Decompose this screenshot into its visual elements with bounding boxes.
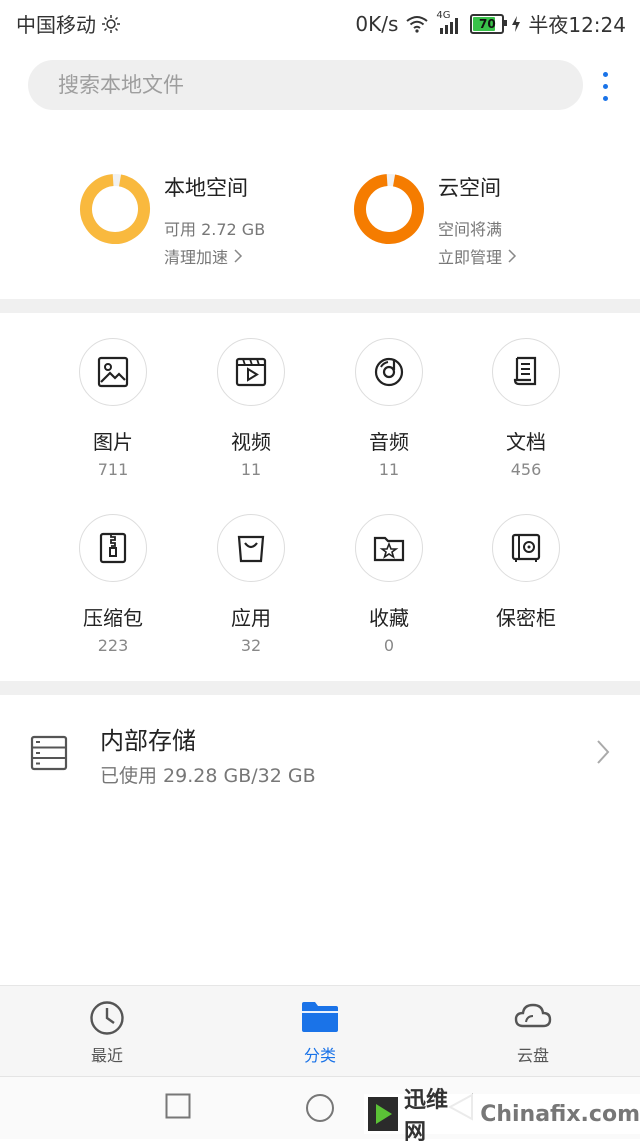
cloud-space-status: 空间将满 (438, 220, 503, 239)
category-audio[interactable]: 音频 11 (320, 338, 458, 479)
app-icon (217, 514, 285, 582)
signal-icon (440, 17, 459, 34)
favorite-icon (355, 514, 423, 582)
category-apps[interactable]: 应用 32 (182, 514, 320, 655)
local-space-card[interactable]: 本地空间 可用 2.72 GB 清理加速 (78, 172, 265, 268)
more-dot-icon (602, 71, 608, 77)
audio-icon (355, 338, 423, 406)
category-count: 711 (97, 460, 129, 479)
category-videos[interactable]: 视频 11 (182, 338, 320, 479)
local-space-ring-icon (80, 174, 150, 244)
section-divider (0, 299, 640, 313)
battery-level: 70 (479, 16, 496, 31)
tab-recent[interactable]: 最近 (47, 986, 167, 1066)
chevron-right-icon (234, 249, 243, 263)
category-label: 保密柜 (496, 606, 556, 630)
chevron-right-icon (508, 249, 517, 263)
battery-icon: 70 (470, 13, 508, 34)
watermark-text-cn: 迅维网 (403, 1088, 448, 1145)
charging-icon (512, 15, 521, 32)
clean-speedup-label: 清理加速 (164, 248, 229, 267)
chevron-right-icon (597, 740, 610, 764)
bottom-navigation: 最近 分类 云盘 (0, 985, 640, 1076)
category-archives[interactable]: 压缩包 223 (44, 514, 182, 655)
more-options-button[interactable] (594, 66, 616, 106)
wifi-icon (406, 15, 428, 33)
folder-icon (302, 1002, 338, 1032)
archive-icon (79, 514, 147, 582)
category-label: 压缩包 (83, 606, 143, 630)
category-label: 图片 (93, 430, 133, 454)
section-divider (0, 681, 640, 695)
watermark-logo-icon (368, 1097, 398, 1131)
watermark-text-en: Chinafix.com (480, 1101, 640, 1127)
category-favorites[interactable]: 收藏 0 (320, 514, 458, 655)
tab-category[interactable]: 分类 (260, 986, 380, 1066)
status-bar: 中国移动 0K/s 4G 70 半夜12:24 (0, 0, 640, 44)
category-count: 11 (378, 460, 400, 479)
internal-storage-title: 内部存储 (100, 727, 196, 755)
tab-label: 分类 (303, 1046, 336, 1065)
category-label: 音频 (369, 430, 409, 454)
network-speed: 0K/s (355, 11, 399, 36)
clock-time: 半夜12:24 (528, 13, 626, 37)
manage-now-link[interactable]: 立即管理 (438, 244, 517, 268)
category-images[interactable]: 图片 711 (44, 338, 182, 479)
category-count: 32 (240, 636, 262, 655)
image-icon (79, 338, 147, 406)
clean-speedup-link[interactable]: 清理加速 (164, 244, 265, 268)
more-dot-icon (602, 95, 608, 101)
clock-icon (90, 1001, 124, 1035)
local-space-available: 可用 2.72 GB (164, 220, 266, 239)
category-count: 223 (97, 636, 129, 655)
internal-storage-usage: 已使用 29.28 GB/32 GB (100, 765, 316, 787)
category-count: 456 (510, 460, 542, 479)
home-icon[interactable] (305, 1093, 335, 1123)
local-space-title: 本地空间 (164, 176, 248, 200)
brightness-icon (102, 14, 120, 33)
video-icon (217, 338, 285, 406)
document-icon (492, 338, 560, 406)
storage-icon (30, 735, 68, 771)
search-input[interactable] (28, 60, 583, 110)
cloud-space-card[interactable]: 云空间 空间将满 立即管理 (352, 172, 517, 268)
search-bar[interactable] (28, 60, 583, 110)
cloud-space-ring-icon (354, 174, 424, 244)
category-label: 应用 (231, 606, 271, 630)
storage-summary: 本地空间 可用 2.72 GB 清理加速 云空间 空间将满 立即管理 (0, 150, 640, 290)
category-label: 收藏 (369, 606, 409, 630)
tab-label: 最近 (90, 1046, 123, 1065)
cloud-space-title: 云空间 (438, 176, 501, 200)
manage-now-label: 立即管理 (438, 248, 503, 267)
internal-storage-row[interactable]: 内部存储 已使用 29.28 GB/32 GB (0, 695, 640, 815)
category-label: 文档 (506, 430, 546, 454)
category-label: 视频 (231, 430, 271, 454)
watermark: 迅维网 Chinafix.com (364, 1088, 640, 1145)
tab-cloud[interactable]: 云盘 (473, 986, 593, 1066)
safe-icon (492, 514, 560, 582)
category-documents[interactable]: 文档 456 (457, 338, 595, 479)
category-safe[interactable]: 保密柜 (457, 514, 595, 631)
cloud-icon (514, 1003, 552, 1028)
recent-apps-icon[interactable] (165, 1093, 191, 1119)
category-count: 11 (240, 460, 262, 479)
category-count: 0 (383, 636, 395, 655)
signal-indicator: 4G (436, 10, 462, 34)
carrier-label: 中国移动 (16, 13, 96, 37)
more-dot-icon (602, 83, 608, 89)
tab-label: 云盘 (516, 1046, 549, 1065)
